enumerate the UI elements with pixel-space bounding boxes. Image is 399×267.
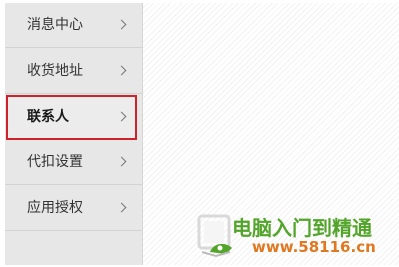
sidebar-menu: 消息中心 收货地址 联系人 代扣设置 应用授权	[5, 3, 143, 265]
chevron-right-icon	[116, 19, 127, 30]
sidebar-item-label: 联系人	[27, 109, 69, 125]
sidebar-item-label: 代扣设置	[27, 154, 83, 170]
watermark-url: www.58116.cn	[252, 238, 376, 256]
sidebar-item-label: 消息中心	[27, 17, 83, 33]
watermark-title: 电脑入门到精通	[232, 216, 372, 240]
chevron-right-icon	[116, 65, 127, 76]
settings-panel: 消息中心 收货地址 联系人 代扣设置 应用授权 电脑入门到精通 www.5811…	[0, 0, 399, 267]
sidebar-item-message-center[interactable]: 消息中心	[5, 3, 142, 48]
sidebar-item-app-authorization[interactable]: 应用授权	[5, 186, 142, 231]
chevron-right-icon	[116, 156, 127, 167]
chevron-right-icon	[116, 111, 127, 122]
sidebar-item-contacts[interactable]: 联系人	[6, 95, 137, 140]
watermark: 电脑入门到精通 www.58116.cn	[196, 210, 396, 262]
sidebar-item-label: 收货地址	[27, 63, 83, 79]
sidebar-item-withholding-settings[interactable]: 代扣设置	[5, 140, 142, 185]
sidebar-item-label: 应用授权	[27, 200, 83, 216]
chevron-right-icon	[116, 202, 127, 213]
sidebar-item-shipping-address[interactable]: 收货地址	[5, 49, 142, 94]
